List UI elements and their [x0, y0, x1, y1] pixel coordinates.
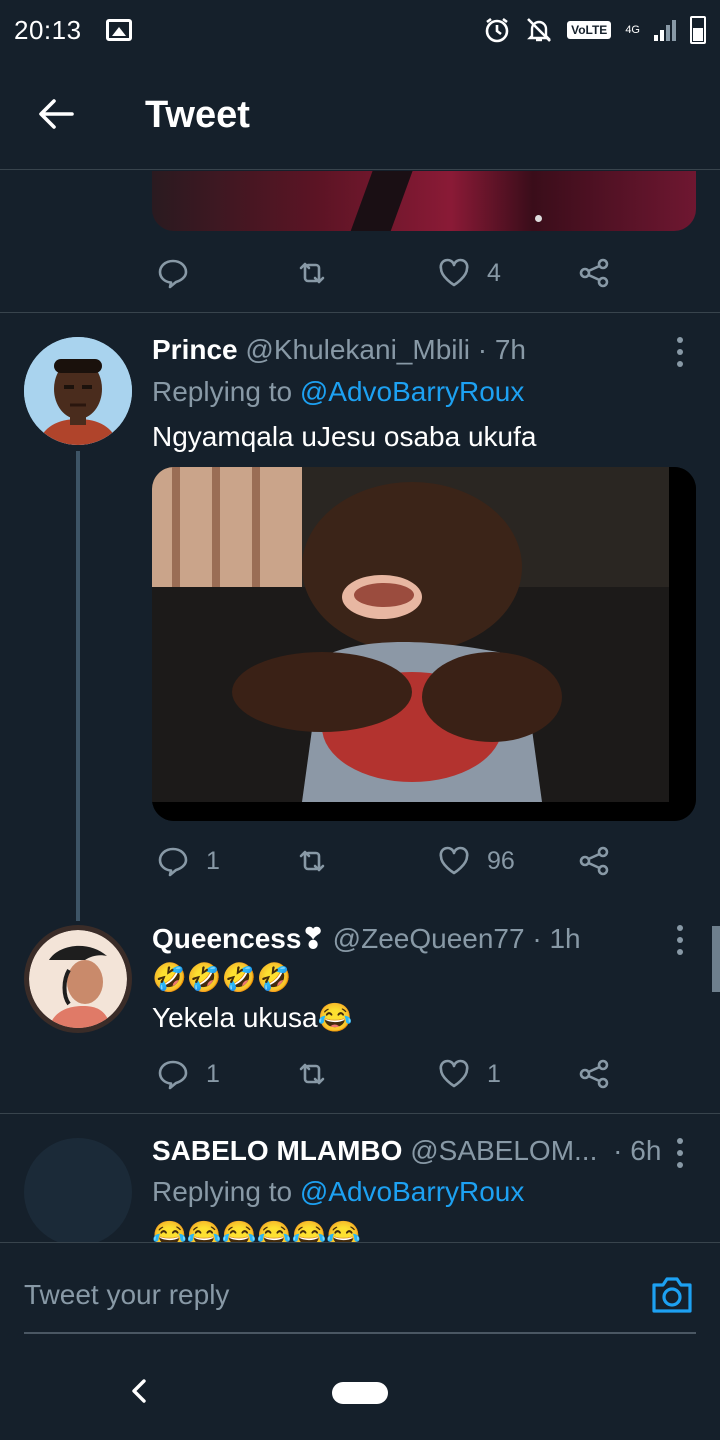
tweet-time: · 7h	[477, 334, 526, 365]
scrollbar-thumb[interactable]	[712, 926, 720, 992]
author-name-emoji: ❣	[301, 923, 325, 954]
author-name[interactable]: Prince	[152, 334, 238, 365]
network-type: 4G	[625, 23, 640, 36]
camera-button[interactable]	[650, 1275, 694, 1315]
status-icons: VoLTE 4G	[483, 12, 706, 48]
more-options-icon[interactable]	[672, 337, 688, 367]
replying-to: Replying to @AdvoBarryRoux	[152, 1176, 524, 1208]
battery-icon	[690, 16, 706, 44]
replying-label: Replying to	[152, 376, 300, 407]
tweet-media-image[interactable]	[152, 467, 696, 821]
tweet-header: SABELO MLAMBO @SABELOM... · 6h	[152, 1135, 661, 1167]
tweet-actions: 4	[152, 253, 622, 293]
author-handle[interactable]: @ZeeQueen77	[333, 923, 525, 954]
replying-to: Replying to @AdvoBarryRoux	[152, 376, 524, 408]
more-options-icon[interactable]	[672, 1138, 688, 1168]
mute-notifications-icon	[525, 16, 553, 44]
alarm-icon	[483, 16, 511, 44]
mention-link[interactable]: @AdvoBarryRoux	[300, 1176, 525, 1207]
reply-input[interactable]: Tweet your reply	[24, 1279, 229, 1311]
replying-label: Replying to	[152, 1176, 300, 1207]
reply-button[interactable]: 1	[156, 841, 220, 881]
tweet-media-image[interactable]	[152, 171, 696, 231]
tweet-actions: 1 96	[152, 841, 622, 881]
like-button[interactable]: 1	[437, 1054, 501, 1094]
more-options-icon[interactable]	[672, 925, 688, 955]
retweet-icon	[299, 1063, 325, 1085]
gallery-notification-icon	[105, 19, 132, 41]
tweet-header: Queencess❣ @ZeeQueen77 · 1h	[152, 922, 581, 955]
avatar[interactable]	[24, 1138, 132, 1242]
input-underline	[24, 1332, 696, 1334]
tweet-time: · 1h	[532, 923, 581, 954]
like-count: 1	[487, 1059, 501, 1088]
author-name[interactable]: Queencess	[152, 923, 301, 954]
retweet-icon	[299, 262, 325, 284]
divider	[0, 1113, 720, 1114]
share-button[interactable]	[577, 1054, 611, 1094]
author-handle[interactable]: @SABELOM...	[410, 1135, 597, 1166]
tweet-text: 😂😂😂😂😂😂	[152, 1220, 362, 1242]
retweet-icon	[299, 850, 325, 872]
heart-icon	[439, 258, 469, 287]
like-count: 4	[487, 258, 501, 287]
signal-strength-icon	[654, 19, 676, 41]
retweet-button[interactable]	[295, 1054, 329, 1094]
home-pill[interactable]	[332, 1382, 388, 1404]
like-button[interactable]: 4	[437, 253, 501, 293]
page-title: Tweet	[145, 94, 250, 136]
reply-count: 1	[206, 1059, 220, 1088]
volte-badge: VoLTE	[567, 21, 612, 39]
tweet-actions: 1 1	[152, 1054, 622, 1094]
heart-icon	[439, 846, 469, 875]
divider	[0, 312, 720, 313]
avatar[interactable]	[24, 337, 132, 445]
like-button[interactable]: 96	[437, 841, 515, 881]
status-time: 20:13	[14, 14, 82, 45]
avatar[interactable]	[24, 925, 132, 1033]
share-icon	[579, 846, 609, 876]
mention-link[interactable]: @AdvoBarryRoux	[300, 376, 525, 407]
reply-count: 1	[206, 846, 220, 875]
retweet-button[interactable]	[295, 253, 329, 293]
back-button[interactable]	[36, 96, 76, 132]
share-button[interactable]	[577, 253, 611, 293]
chevron-left-icon	[132, 1379, 146, 1403]
retweet-button[interactable]	[295, 841, 329, 881]
status-bar: 20:13 VoLTE 4G	[0, 0, 720, 60]
reply-icon	[158, 847, 188, 877]
reply-button[interactable]	[156, 253, 190, 293]
tweet-thread: 4 Prince @Khulekani_Mbili · 7h Replying …	[0, 171, 720, 1242]
tweet-text-line2: Yekela ukusa😂	[152, 1002, 353, 1033]
arrow-left-icon	[39, 99, 74, 129]
reply-icon	[158, 259, 188, 289]
heart-icon	[439, 1059, 469, 1088]
reply-button[interactable]: 1	[156, 1054, 220, 1094]
share-button[interactable]	[577, 841, 611, 881]
tweet-text-line1: 🤣🤣🤣🤣	[152, 962, 292, 993]
app-header: Tweet	[0, 60, 720, 170]
share-icon	[579, 258, 609, 288]
author-handle[interactable]: @Khulekani_Mbili	[245, 334, 470, 365]
thread-connector	[76, 451, 80, 921]
tweet-text: Ngyamqala uJesu osaba ukufa	[152, 421, 537, 452]
like-count: 96	[487, 846, 515, 875]
reply-composer: Tweet your reply	[0, 1242, 720, 1342]
nav-back-button[interactable]	[128, 1378, 150, 1404]
author-name[interactable]: SABELO MLAMBO	[152, 1135, 402, 1166]
share-icon	[579, 1059, 609, 1089]
system-nav-bar	[0, 1342, 720, 1440]
tweet-time: · 6h	[613, 1135, 662, 1166]
tweet-header: Prince @Khulekani_Mbili · 7h	[152, 334, 526, 366]
camera-icon	[652, 1277, 692, 1313]
reply-icon	[158, 1060, 188, 1090]
